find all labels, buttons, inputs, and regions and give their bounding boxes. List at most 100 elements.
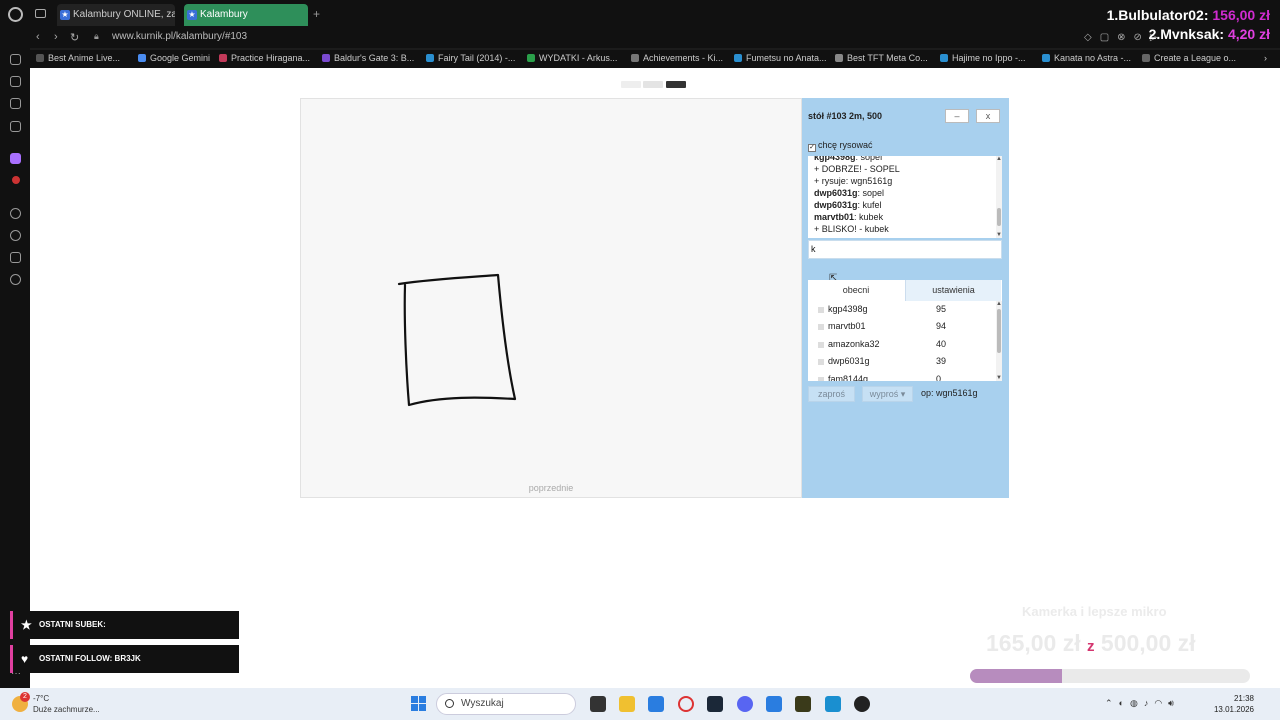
want-draw-row[interactable]: ✓ chcę rysować xyxy=(808,140,873,152)
history-icon[interactable] xyxy=(10,230,21,241)
opera-icon[interactable] xyxy=(678,696,694,712)
player-status-icon xyxy=(818,359,824,365)
player-list[interactable]: kgp4398g 95 marvtb01 94 amazonka32 40 dw… xyxy=(808,301,1002,381)
tab-present[interactable]: obecni xyxy=(808,280,904,301)
donation-leaderboard: 1.Bulbulator02: 156,00 zł 2.Mvnksak: 4,2… xyxy=(1107,6,1270,44)
notification-badge: 2 xyxy=(20,692,30,702)
bookmark-icon xyxy=(940,54,948,62)
bookmark-item[interactable]: WYDATKI - Arkus... xyxy=(527,53,617,63)
minimize-button[interactable]: – xyxy=(945,109,969,123)
aria-icon[interactable] xyxy=(10,54,21,65)
chat-line: + rysuje: wgn5161g xyxy=(814,176,893,186)
steam-icon[interactable] xyxy=(707,696,723,712)
chat-scrollbar[interactable]: ▲ ▼ xyxy=(996,156,1002,238)
reload-icon[interactable]: ↻ xyxy=(70,31,79,44)
tab-kalambury[interactable]: ★ Kalambury xyxy=(184,4,308,26)
kurnik-favicon-icon: ★ xyxy=(187,10,197,20)
bookmarks-more-icon[interactable]: › xyxy=(1264,53,1267,63)
discord-icon[interactable] xyxy=(737,696,753,712)
settings-icon[interactable] xyxy=(10,274,21,285)
table-title: stół #103 2m, 500 xyxy=(808,111,883,121)
scroll-up-icon[interactable]: ▲ xyxy=(996,156,1002,162)
goal-amount: 165,00 zł z 500,00 zł xyxy=(986,630,1196,656)
bookmark-item[interactable]: Best TFT Meta Co... xyxy=(835,53,928,63)
page-indicator[interactable] xyxy=(643,81,663,88)
back-icon[interactable]: ‹ xyxy=(36,31,40,43)
kick-button[interactable]: wyproś ▾ xyxy=(862,386,913,402)
goal-progress-fill xyxy=(970,669,1063,683)
bookmark-item[interactable]: Achievements - Ki... xyxy=(631,53,723,63)
want-draw-checkbox[interactable]: ✓ xyxy=(808,144,816,152)
player-icon[interactable] xyxy=(10,208,21,219)
tab-settings[interactable]: ustawienia xyxy=(905,280,1001,301)
last-follow-box: ♥ OSTATNI FOLLOW: Br3jk xyxy=(10,645,239,673)
opera-logo-icon[interactable] xyxy=(8,7,23,22)
player-row[interactable]: fam8144g 0 xyxy=(808,371,994,381)
forward-icon[interactable]: › xyxy=(54,31,58,43)
windows-taskbar: 2 -7°C Duże zachmurze... Wyszukaj ⌃◐◍♪◠🔊… xyxy=(0,688,1280,720)
drawing-canvas[interactable]: poprzednie xyxy=(300,98,802,498)
page-indicator-active[interactable] xyxy=(666,81,686,88)
tab-overview-icon[interactable] xyxy=(35,9,46,18)
bookmark-icon xyxy=(219,54,227,62)
page-indicator[interactable] xyxy=(621,81,641,88)
chat-line: marvtb01: kubek xyxy=(814,212,884,222)
bookmark-item[interactable]: Baldur's Gate 3: B... xyxy=(322,53,414,63)
vscode-icon[interactable] xyxy=(766,696,782,712)
lock-icon: 🔒︎ xyxy=(94,31,99,41)
file-explorer-icon[interactable] xyxy=(619,696,635,712)
want-draw-label: chcę rysować xyxy=(818,140,873,150)
invite-button[interactable]: zaproś xyxy=(808,386,855,402)
previous-link[interactable]: poprzednie xyxy=(301,483,801,493)
leaderboard-row: 2.Mvnksak: 4,20 zł xyxy=(1148,26,1270,42)
heart-icon: ♥ xyxy=(21,652,29,666)
scrollbar-thumb[interactable] xyxy=(997,309,1001,353)
player-actions: zaproś wyproś ▾ op: wgn5161g xyxy=(808,386,1008,402)
bookmark-item[interactable]: Practice Hiragana... xyxy=(219,53,310,63)
bookmark-item[interactable]: Best Anime Live... xyxy=(36,53,120,63)
guess-input[interactable]: k xyxy=(808,240,1002,259)
kurnik-favicon-icon: ★ xyxy=(60,10,70,20)
bookmark-item[interactable]: Fumetsu no Anata... xyxy=(734,53,827,63)
player-row[interactable]: marvtb01 94 xyxy=(808,318,994,335)
clock[interactable]: 21:38 13.01.2026 xyxy=(1214,693,1254,715)
scrollbar-thumb[interactable] xyxy=(997,208,1001,226)
youtube-icon[interactable] xyxy=(12,176,20,184)
scroll-down-icon[interactable]: ▼ xyxy=(996,232,1002,238)
bookmark-item[interactable]: Create a League o... xyxy=(1142,53,1236,63)
bookmark-icon xyxy=(1042,54,1050,62)
taskbar-search[interactable]: Wyszukaj xyxy=(436,693,576,715)
game-icon[interactable] xyxy=(854,696,870,712)
task-view-icon[interactable] xyxy=(590,696,606,712)
twitch-icon[interactable] xyxy=(10,153,21,164)
new-tab-button[interactable]: + xyxy=(313,7,320,21)
url-field[interactable]: www.kurnik.pl/kalambury/#103 xyxy=(112,31,247,42)
weather-widget[interactable]: -7°C Duże zachmurze... xyxy=(33,693,100,715)
player-row[interactable]: kgp4398g 95 xyxy=(808,301,994,318)
bookmark-item[interactable]: Hajime no Ippo -... xyxy=(940,53,1026,63)
star-icon: ★ xyxy=(21,618,32,632)
system-tray[interactable]: ⌃◐◍♪◠🔊︎ xyxy=(1105,698,1180,709)
page-content: poprzednie stół #103 2m, 500 – x ✓ chcę r… xyxy=(30,68,1280,688)
chat-log[interactable]: kgp4398g: sopel + DOBRZE! - SOPEL + rysu… xyxy=(808,156,1002,238)
player-row[interactable]: dwp6031g 39 xyxy=(808,353,994,370)
bookmark-item[interactable]: Kanata no Astra -... xyxy=(1042,53,1131,63)
close-button[interactable]: x xyxy=(976,109,1000,123)
scroll-up-icon[interactable]: ▲ xyxy=(996,301,1002,307)
app-icon[interactable] xyxy=(795,696,811,712)
browser-tab-bar: ★ Kalambury ONLINE, zagraj ★ Kalambury + xyxy=(0,0,1280,28)
mail-icon[interactable] xyxy=(10,121,21,132)
extensions-icon[interactable] xyxy=(10,252,21,263)
leaderboard-row: 1.Bulbulator02: 156,00 zł xyxy=(1106,7,1270,23)
wallet-icon[interactable] xyxy=(10,76,21,87)
bookmark-item[interactable]: Google Gemini xyxy=(138,53,210,63)
store-icon[interactable] xyxy=(648,696,664,712)
messenger-icon[interactable] xyxy=(825,696,841,712)
scroll-down-icon[interactable]: ▼ xyxy=(996,375,1002,381)
bookmark-item[interactable]: Fairy Tail (2014) -... xyxy=(426,53,515,63)
crypto-icon[interactable] xyxy=(10,98,21,109)
player-list-scrollbar[interactable]: ▲ ▼ xyxy=(996,301,1002,381)
tab-kalambury-online[interactable]: ★ Kalambury ONLINE, zagraj xyxy=(57,4,175,26)
windows-start-icon[interactable] xyxy=(411,696,427,712)
player-row[interactable]: amazonka32 40 xyxy=(808,336,994,353)
